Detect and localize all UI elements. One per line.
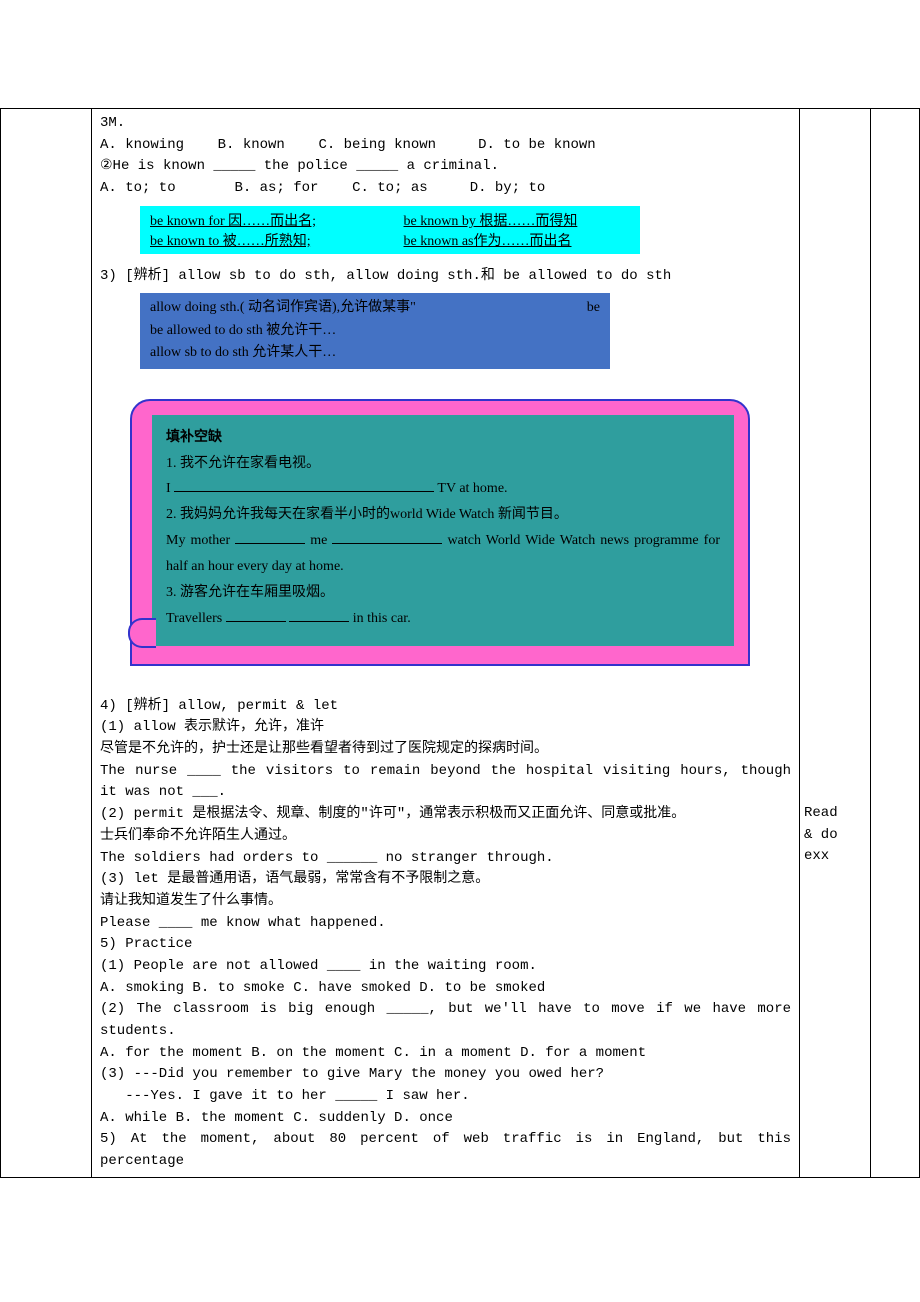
blue-line-3: allow sb to do sth 允许某人干… <box>150 342 600 364</box>
q2-option-a: A. to; to <box>100 180 176 196</box>
col-left-spacer <box>1 109 92 1178</box>
sec5-q3a: (3) ---Did you remember to give Mary the… <box>100 1064 791 1086</box>
option-c: C. being known <box>318 137 436 153</box>
known-for: be known for 因……而出名; <box>150 210 400 230</box>
sec5-q2opt: A. for the moment B. on the moment C. in… <box>100 1043 791 1065</box>
sec5-q5: 5) At the moment, about 80 percent of we… <box>100 1129 791 1172</box>
fill-2-pre: My mother <box>166 533 235 548</box>
blue-line-1a: allow doing sth.( 动名词作宾语),允许做某事" <box>150 300 416 315</box>
activity-note: Read & do exx <box>804 803 866 868</box>
cyan-row-1: be known for 因……而出名; be known by 根据……而得知 <box>150 210 630 230</box>
activity-cell: Read & do exx <box>800 109 871 1178</box>
act-line-3: exx <box>804 846 866 868</box>
sec5-q1: (1) People are not allowed ____ in the w… <box>100 956 791 978</box>
sec5-q3b: ---Yes. I gave it to her _____ I saw her… <box>100 1086 791 1108</box>
blue-row-1: allow doing sth.( 动名词作宾语),允许做某事" be <box>150 297 600 319</box>
fill-3-post: in this car. <box>349 611 410 626</box>
section-3-head: 3) [辨析] allow sb to do sth, allow doing … <box>100 266 791 288</box>
cyan-row-2: be known to 被……所熟知; be known as作为……而出名 <box>150 230 630 250</box>
blank-2b[interactable] <box>332 543 442 544</box>
sec5-q1opt: A. smoking B. to smoke C. have smoked D.… <box>100 978 791 1000</box>
sec4-p2cn: 士兵们奉命不允许陌生人通过。 <box>100 826 791 848</box>
blank-3b[interactable] <box>289 621 349 622</box>
blue-right: be <box>587 297 600 319</box>
question-block-1: 3M. A. knowing B. known C. being known D… <box>100 113 791 200</box>
act-line-1: Read <box>804 803 866 825</box>
fill-2: 2. 我妈妈允许我每天在家看半小时的world Wide Watch 新闻节目。 <box>166 502 720 528</box>
blank-1[interactable] <box>174 491 434 492</box>
section-4: 4) [辨析] allow, permit & let (1) allow 表示… <box>100 696 791 1173</box>
blank-2a[interactable] <box>235 543 305 544</box>
known-as: be known as作为……而出名 <box>404 230 572 250</box>
sec4-head: 4) [辨析] allow, permit & let <box>100 696 791 718</box>
blank-3a[interactable] <box>226 621 286 622</box>
act-line-2: & do <box>804 825 866 847</box>
callout-title: 填补空缺 <box>166 425 720 451</box>
blue-note-box: allow doing sth.( 动名词作宾语),允许做某事" be be a… <box>140 293 610 368</box>
fill-1-post: TV at home. <box>434 481 507 496</box>
fill-2-en: My mother me watch World Wide Watch news… <box>166 528 720 580</box>
option-b: B. known <box>218 137 285 153</box>
line-3m: 3M. <box>100 113 791 135</box>
callout-box: 填补空缺 1. 我不允许在家看电视。 I TV at home. 2. 我妈妈允… <box>130 399 750 666</box>
known-to: be known to 被……所熟知; <box>150 230 400 250</box>
options-row-2: A. to; to B. as; for C. to; as D. by; to <box>100 178 791 200</box>
fill-1-pre: I <box>166 481 174 496</box>
content-cell: 3M. A. knowing B. known C. being known D… <box>92 109 800 1178</box>
options-row-1: A. knowing B. known C. being known D. to… <box>100 135 791 157</box>
col-right-spacer <box>871 109 920 1178</box>
question-2: ②He is known _____ the police _____ a cr… <box>100 156 791 178</box>
sec5-q2: (2) The classroom is big enough _____, b… <box>100 999 791 1042</box>
worksheet-table: 3M. A. knowing B. known C. being known D… <box>0 108 920 1178</box>
fill-1-en: I TV at home. <box>166 476 720 502</box>
fill-3: 3. 游客允许在车厢里吸烟。 <box>166 580 720 606</box>
known-by: be known by 根据……而得知 <box>404 210 578 230</box>
fill-3-pre: Travellers <box>166 611 226 626</box>
option-a: A. knowing <box>100 137 184 153</box>
sec4-p3cn: 请让我知道发生了什么事情。 <box>100 891 791 913</box>
sec5-head: 5) Practice <box>100 934 791 956</box>
fill-2-post: watch World Wide Watch news programme fo… <box>166 533 720 574</box>
option-d: D. to be known <box>478 137 596 153</box>
sec4-p3en: Please ____ me know what happened. <box>100 913 791 935</box>
q2-option-d: D. by; to <box>470 180 546 196</box>
callout-tab-icon <box>128 618 156 648</box>
callout-outer: 填补空缺 1. 我不允许在家看电视。 I TV at home. 2. 我妈妈允… <box>130 399 750 666</box>
sec4-p3: (3) let 是最普通用语，语气最弱，常常含有不予限制之意。 <box>100 869 791 891</box>
fill-3-en: Travellers in this car. <box>166 606 720 632</box>
fill-2-mid: me <box>305 533 332 548</box>
sec5-q3opt: A. while B. the moment C. suddenly D. on… <box>100 1108 791 1130</box>
callout-inner: 填补空缺 1. 我不允许在家看电视。 I TV at home. 2. 我妈妈允… <box>152 415 734 646</box>
q2-option-c: C. to; as <box>352 180 428 196</box>
fill-1: 1. 我不允许在家看电视。 <box>166 451 720 477</box>
cyan-note-box: be known for 因……而出名; be known by 根据……而得知… <box>140 206 640 254</box>
sec4-p1cn: 尽管是不允许的，护士还是让那些看望者待到过了医院规定的探病时间。 <box>100 739 791 761</box>
blue-line-2: be allowed to do sth 被允许干… <box>150 320 600 342</box>
q2-option-b: B. as; for <box>234 180 318 196</box>
sec4-p2: (2) permit 是根据法令、规章、制度的"许可"，通常表示积极而又正面允许… <box>100 804 791 826</box>
sec4-p1en: The nurse ____ the visitors to remain be… <box>100 761 791 804</box>
act-spacer <box>804 113 866 803</box>
sec4-p2en: The soldiers had orders to ______ no str… <box>100 848 791 870</box>
sec4-p1: (1) allow 表示默许，允许，准许 <box>100 717 791 739</box>
